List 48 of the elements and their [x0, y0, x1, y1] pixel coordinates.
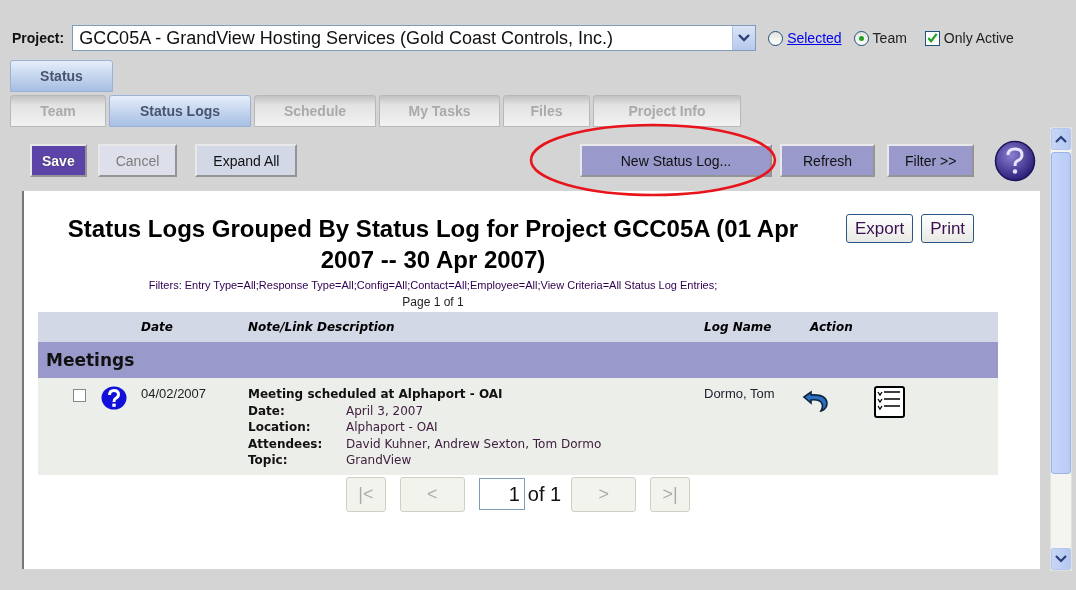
toolbar-button[interactable]: Filter >> — [887, 144, 974, 177]
page-info: Page 1 of 1 — [401, 295, 465, 309]
field-label: Location: — [248, 419, 312, 436]
scroll-down-icon[interactable] — [1051, 548, 1071, 570]
page-number-field[interactable]: 1 — [478, 478, 525, 510]
row-checkbox[interactable] — [73, 389, 86, 402]
field-label: Attendees: — [248, 435, 324, 452]
checklist-icon[interactable] — [874, 386, 905, 418]
group-name: Meetings — [46, 350, 135, 370]
date-cell-text: 04/02/2007 — [141, 386, 208, 401]
toolbar-button[interactable]: New Status Log... — [580, 144, 772, 177]
note-title: Meeting scheduled at Alphaport - OAI — [248, 386, 504, 403]
field-label: Date: — [248, 402, 286, 419]
radio-label: Team — [872, 30, 907, 46]
selected-link[interactable]: Selected — [787, 30, 842, 46]
field-value: April 3, 2007 — [346, 403, 424, 418]
report-title: Status Logs Grouped By Status Log for Project GCC05A (01 Apr 2007 -- 30 Apr 2007) — [66, 214, 800, 275]
project-dropdown[interactable]: GCC05A - GrandView Hosting Services (Gold Coast Controls, Inc.) — [72, 25, 757, 51]
help-icon[interactable] — [994, 139, 1036, 182]
toolbar-button[interactable]: Refresh — [780, 144, 875, 177]
filters-text: Filters: Entry Type=All;Response Type=All;Config=All;Contact=All;Employee=All;View Criteria=All Status Log Entries; — [147, 279, 719, 291]
field-value: GrandView — [346, 453, 412, 467]
tab[interactable]: Status Logs — [109, 95, 251, 127]
save-button[interactable]: Save — [30, 144, 87, 177]
log-name-cell-text: Dormo, Tom — [704, 386, 776, 401]
project-label: Project: — [12, 30, 65, 46]
scrollbar[interactable] — [1050, 127, 1072, 571]
field-value: David Kuhner, Andrew Sexton, Tom Dormo — [346, 436, 602, 451]
column-header: Date — [141, 320, 174, 334]
report-button[interactable]: Print — [921, 214, 975, 243]
checkbox-label: Only Active — [943, 30, 1014, 46]
scroll-up-icon[interactable] — [1051, 128, 1071, 150]
scroll-thumb[interactable] — [1051, 152, 1071, 474]
chevron-down-icon — [738, 34, 751, 42]
tab[interactable]: Status — [10, 60, 113, 92]
report-button[interactable]: Export — [846, 214, 914, 243]
reply-arrow-icon[interactable] — [802, 390, 830, 412]
question-icon — [100, 386, 127, 410]
page-count: of 1 — [527, 482, 562, 506]
checkbox[interactable] — [924, 30, 940, 46]
radio-button[interactable] — [853, 30, 869, 46]
column-header: Log Name — [704, 320, 773, 334]
column-header: Action — [810, 320, 854, 334]
column-header: Note/Link Description — [248, 320, 396, 334]
toolbar-button[interactable]: Expand All — [195, 144, 298, 177]
field-label: Topic: — [248, 452, 289, 469]
field-value: Alphaport - OAI — [346, 420, 438, 434]
radio-button[interactable] — [768, 30, 784, 46]
